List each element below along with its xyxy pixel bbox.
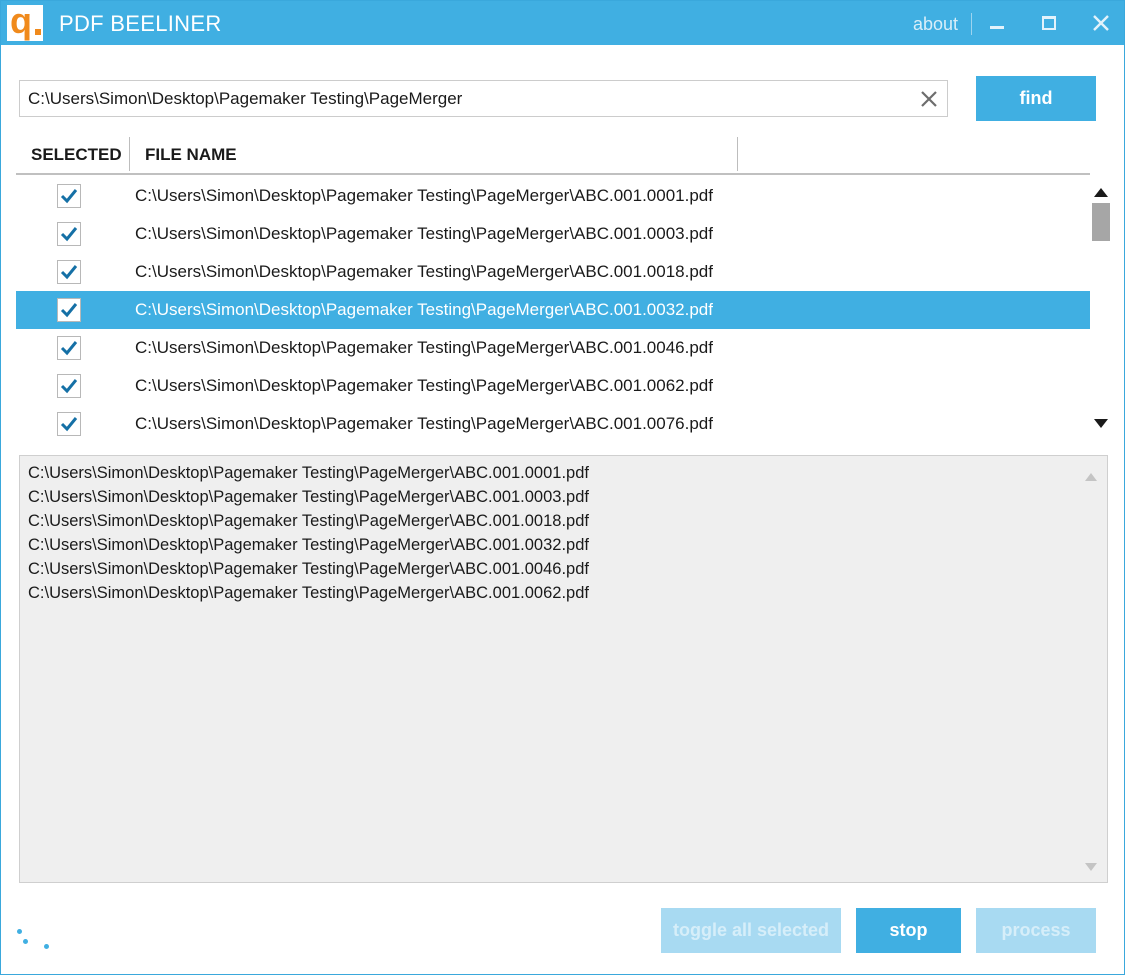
row-checkbox[interactable] [57,260,81,284]
toggle-all-selected-button[interactable]: toggle all selected [661,908,841,953]
log-line: C:\Users\Simon\Desktop\Pagemaker Testing… [28,560,589,578]
checkmark-icon [60,227,78,242]
table-row[interactable]: C:\Users\Simon\Desktop\Pagemaker Testing… [16,367,1090,405]
row-file-name: C:\Users\Simon\Desktop\Pagemaker Testing… [135,186,713,205]
row-checkbox[interactable] [57,222,81,246]
row-file-name: C:\Users\Simon\Desktop\Pagemaker Testing… [135,300,713,319]
log-line: C:\Users\Simon\Desktop\Pagemaker Testing… [28,512,589,530]
log-line: C:\Users\Simon\Desktop\Pagemaker Testing… [28,584,589,602]
path-input[interactable] [20,81,900,116]
list-scroll-up-button[interactable] [1093,185,1109,197]
table-row[interactable]: C:\Users\Simon\Desktop\Pagemaker Testing… [16,215,1090,253]
row-checkbox[interactable] [57,374,81,398]
process-button[interactable]: process [976,908,1096,953]
triangle-down-icon [1094,419,1108,428]
loading-spinner-icon [15,928,55,954]
minimize-button[interactable] [987,11,1009,35]
header-underline [16,173,1090,175]
table-row[interactable]: C:\Users\Simon\Desktop\Pagemaker Testing… [16,405,1090,437]
close-button[interactable] [1089,11,1113,35]
file-list: C:\Users\Simon\Desktop\Pagemaker Testing… [16,177,1090,437]
row-checkbox[interactable] [57,184,81,208]
checkmark-icon [60,417,78,432]
app-window: q PDF BEELINER about find SELECTED FILE … [0,0,1125,975]
column-divider[interactable] [129,137,130,171]
row-checkbox[interactable] [57,298,81,322]
list-scroll-down-button[interactable] [1093,417,1109,429]
row-file-name: C:\Users\Simon\Desktop\Pagemaker Testing… [135,338,713,357]
app-logo: q [7,0,43,41]
log-scroll-down-button[interactable] [1084,859,1098,871]
log-scroll-up-button[interactable] [1084,469,1098,481]
row-file-name: C:\Users\Simon\Desktop\Pagemaker Testing… [135,262,713,281]
checkmark-icon [60,189,78,204]
checkmark-icon [60,341,78,356]
table-header: SELECTED FILE NAME [16,135,1090,175]
output-log[interactable]: C:\Users\Simon\Desktop\Pagemaker Testing… [19,455,1108,883]
triangle-up-icon [1085,473,1097,481]
maximize-button[interactable] [1038,11,1060,33]
clear-icon [921,91,937,107]
search-box [19,80,948,117]
table-row[interactable]: C:\Users\Simon\Desktop\Pagemaker Testing… [16,329,1090,367]
table-row-selected[interactable]: C:\Users\Simon\Desktop\Pagemaker Testing… [16,291,1090,329]
close-icon [1093,15,1109,31]
row-checkbox[interactable] [57,336,81,360]
triangle-up-icon [1094,188,1108,197]
about-link[interactable]: about [913,1,958,45]
clear-button[interactable] [920,90,938,108]
list-scrollbar-thumb[interactable] [1092,203,1110,241]
log-line: C:\Users\Simon\Desktop\Pagemaker Testing… [28,488,589,506]
maximize-icon [1042,16,1056,30]
column-divider[interactable] [737,137,738,171]
triangle-down-icon [1085,863,1097,871]
column-header-selected[interactable]: SELECTED [31,135,122,173]
table-row[interactable]: C:\Users\Simon\Desktop\Pagemaker Testing… [16,253,1090,291]
column-header-file-name[interactable]: FILE NAME [145,135,237,173]
logo-dot [35,29,41,35]
title-bar: q PDF BEELINER about [1,0,1124,45]
find-button[interactable]: find [976,76,1096,121]
row-file-name: C:\Users\Simon\Desktop\Pagemaker Testing… [135,224,713,243]
log-line: C:\Users\Simon\Desktop\Pagemaker Testing… [28,464,589,482]
table-row[interactable]: C:\Users\Simon\Desktop\Pagemaker Testing… [16,177,1090,215]
app-title: PDF BEELINER [59,11,222,36]
checkmark-icon [60,379,78,394]
title-separator [971,13,972,35]
row-file-name: C:\Users\Simon\Desktop\Pagemaker Testing… [135,376,713,395]
checkmark-icon [60,265,78,280]
row-file-name: C:\Users\Simon\Desktop\Pagemaker Testing… [135,414,713,433]
checkmark-icon [60,303,78,318]
stop-button[interactable]: stop [856,908,961,953]
minimize-icon [990,26,1004,29]
log-line: C:\Users\Simon\Desktop\Pagemaker Testing… [28,536,589,554]
row-checkbox[interactable] [57,412,81,436]
logo-letter: q [10,0,32,41]
